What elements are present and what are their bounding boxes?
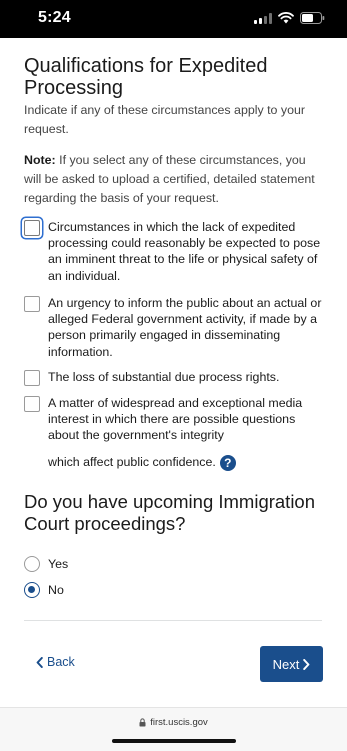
url-text[interactable]: first.uscis.gov [150,717,208,728]
page-subtitle: Indicate if any of these circumstances a… [24,103,305,136]
back-button[interactable]: Back [36,655,75,669]
back-button-label: Back [47,655,75,669]
note-text: If you select any of these circumstances… [24,153,315,205]
checkbox-label[interactable]: A matter of widespread and exceptional m… [48,395,324,444]
chevron-right-icon [303,658,310,670]
radio-label[interactable]: No [48,582,64,598]
lock-icon [139,718,146,727]
next-button[interactable]: Next [260,646,323,682]
next-button-label: Next [272,656,300,672]
checkbox-label[interactable]: The loss of substantial due process righ… [48,369,324,385]
status-icons [254,12,325,24]
checkbox-label[interactable]: An urgency to inform the public about an… [48,295,324,360]
note: Note: If you select any of these circums… [24,151,324,208]
home-indicator[interactable] [112,739,236,743]
court-proceedings-heading: Do you have upcoming Immigration Court p… [24,491,316,534]
chevron-left-icon [36,656,43,668]
status-bar: 5:24 [0,0,347,38]
radio-button[interactable] [24,556,40,572]
page-title: Qualifications for Expedited Processing [24,55,268,99]
radio-button[interactable] [24,582,40,598]
radio-label[interactable]: Yes [48,556,68,572]
checkbox[interactable] [24,370,40,386]
checkbox[interactable] [24,296,40,312]
note-label: Note: [24,153,56,167]
checkbox-label[interactable]: Circumstances in which the lack of exped… [48,219,324,284]
wifi-icon [278,12,294,24]
browser-url-bar[interactable]: first.uscis.gov [0,707,347,751]
battery-icon [300,12,325,24]
status-time: 5:24 [38,9,71,26]
checkbox[interactable] [24,220,40,236]
url-content[interactable]: first.uscis.gov [0,717,347,728]
checkbox[interactable] [24,396,40,412]
checkbox-label-continued[interactable]: which affect public confidence.? [48,454,324,471]
signal-icon [254,12,272,24]
help-icon[interactable]: ? [219,454,236,471]
divider [24,620,322,621]
